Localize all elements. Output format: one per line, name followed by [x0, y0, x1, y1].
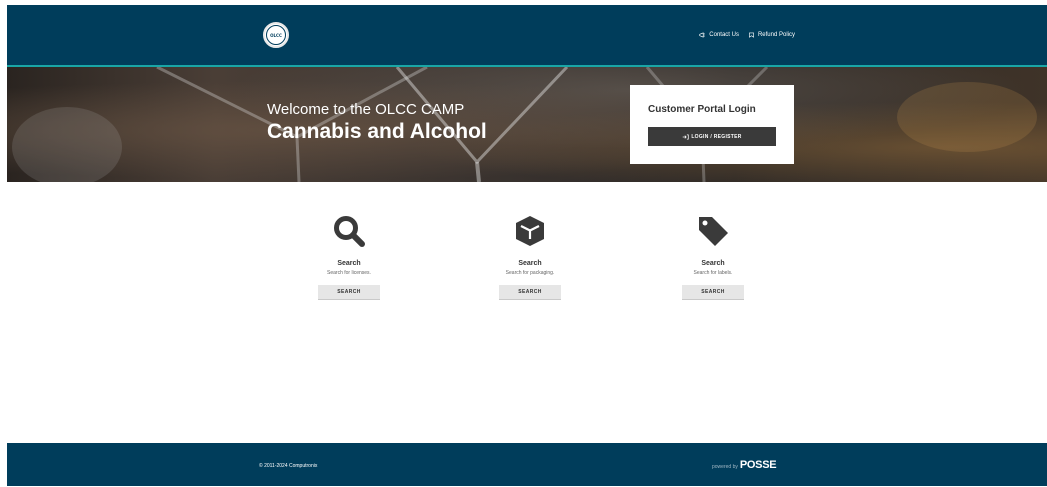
- header-nav: Contact Us Refund Policy: [699, 32, 795, 38]
- hero-welcome-text: Welcome to the OLCC CAMP: [267, 101, 465, 118]
- magnifier-icon: [334, 216, 365, 247]
- site-footer: © 2011-2024 Computronix powered by POSSE: [7, 443, 1047, 486]
- posse-logo: POSSE: [739, 459, 777, 471]
- powered-by-label: powered by: [712, 464, 738, 470]
- contact-us-label: Contact Us: [709, 32, 739, 38]
- copyright-text: © 2011-2024 Computronix: [259, 463, 318, 469]
- card-description: Search for labels.: [693, 270, 733, 276]
- olcc-logo[interactable]: OLCC: [263, 22, 289, 48]
- license-search-card: Search Search for licenses. SEARCH: [289, 214, 409, 300]
- labels-search-card: Search Search for labels. SEARCH: [653, 214, 773, 300]
- hero-title: Cannabis and Alcohol: [267, 120, 487, 143]
- site-header: OLCC Contact Us Refund Policy: [7, 5, 1047, 67]
- card-description: Search for packaging.: [505, 270, 555, 276]
- card-title: Search: [701, 260, 725, 267]
- packaging-search-card: Search Search for packaging. SEARCH: [470, 214, 590, 300]
- hero-background-image: [12, 67, 1037, 182]
- powered-by[interactable]: powered by POSSE: [712, 459, 777, 471]
- bookmark-icon: [749, 32, 754, 38]
- olcc-seal: OLCC: [266, 25, 286, 45]
- sign-in-icon: [683, 134, 689, 139]
- card-description: Search for licenses.: [327, 270, 371, 276]
- login-register-label: LOGIN / REGISTER: [691, 133, 742, 140]
- customer-login-panel: Customer Portal Login LOGIN / REGISTER: [630, 85, 794, 164]
- login-panel-title: Customer Portal Login: [648, 104, 756, 115]
- search-packaging-button[interactable]: SEARCH: [499, 285, 561, 300]
- card-title: Search: [337, 260, 361, 267]
- search-labels-button[interactable]: SEARCH: [682, 285, 744, 300]
- refund-policy-link[interactable]: Refund Policy: [748, 32, 795, 38]
- login-register-button[interactable]: LOGIN / REGISTER: [648, 127, 776, 146]
- contact-us-link[interactable]: Contact Us: [699, 32, 739, 38]
- refund-policy-label: Refund Policy: [757, 32, 795, 38]
- tag-icon: [699, 217, 728, 246]
- hero-banner: Welcome to the OLCC CAMP Cannabis and Al…: [7, 67, 1047, 182]
- box-icon: [516, 216, 544, 246]
- card-title: Search: [518, 260, 542, 267]
- megaphone-icon: [699, 32, 706, 38]
- search-licenses-button[interactable]: SEARCH: [318, 285, 380, 300]
